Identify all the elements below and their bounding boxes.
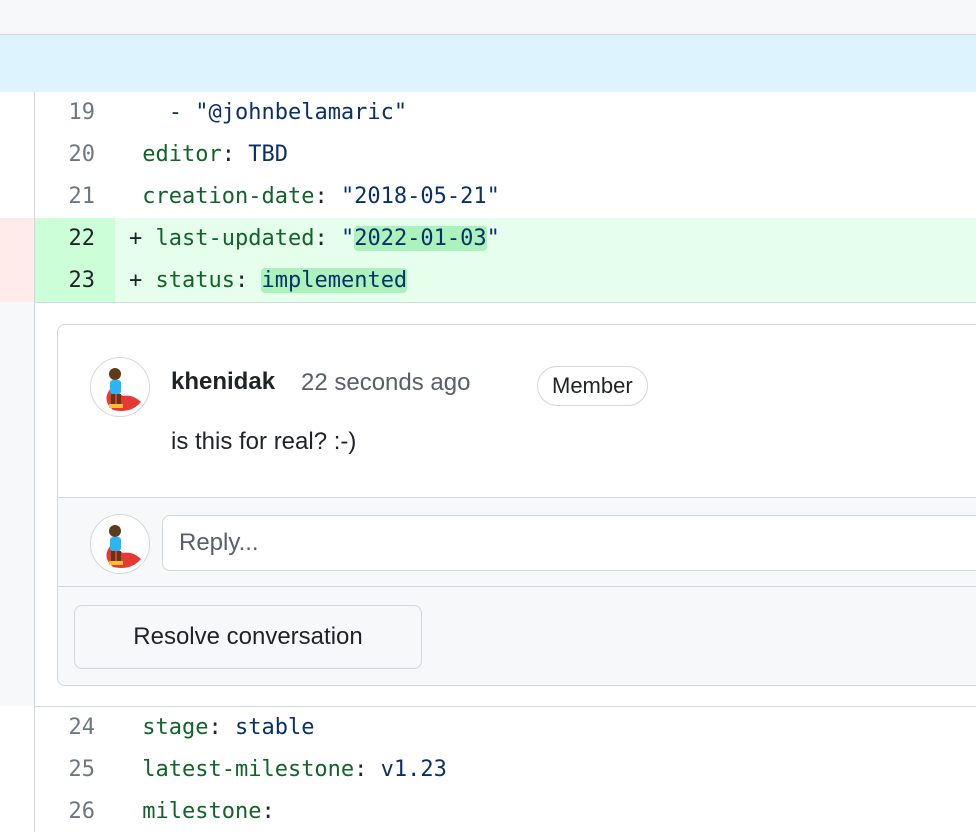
left-gutter: [0, 92, 34, 218]
diff-line: 19 - "@johnbelamaric": [35, 92, 976, 134]
line-number[interactable]: 26: [35, 791, 115, 832]
word-highlight: 2022-01-03: [354, 226, 487, 251]
resolve-conversation-button[interactable]: Resolve conversation: [74, 605, 422, 669]
code-text: + status: implemented: [129, 268, 408, 293]
code-text: - "@johnbelamaric": [168, 100, 408, 125]
line-number[interactable]: 22: [35, 218, 115, 260]
left-gutter: [0, 706, 34, 832]
comment-author[interactable]: khenidak: [171, 368, 275, 396]
review-comment-thread: khenidak 22 seconds ago Member is this f…: [57, 324, 976, 686]
comment-body: is this for real? :-): [171, 428, 357, 455]
line-number[interactable]: 24: [35, 707, 115, 749]
author-avatar[interactable]: [90, 357, 150, 417]
code-text: creation-date: "2018-05-21": [142, 184, 500, 209]
file-header-bar: [0, 0, 976, 35]
code-text: latest-milestone: v1.23: [142, 757, 447, 782]
code-text: stage: stable: [142, 715, 315, 740]
left-gutter-comment: [0, 302, 34, 706]
superhero-avatar-icon: [91, 358, 149, 416]
diff-line: 26 milestone:: [35, 791, 976, 832]
reply-section: Resolve conversation: [58, 497, 976, 685]
hunk-expander-row[interactable]: [0, 35, 976, 92]
line-number[interactable]: 20: [35, 134, 115, 176]
line-number[interactable]: 19: [35, 92, 115, 134]
line-number[interactable]: 23: [35, 260, 115, 302]
word-highlight: implemented: [261, 268, 408, 293]
reply-divider: [58, 586, 976, 587]
row-divider: [35, 302, 976, 303]
diff-line-added: 22 + last-updated: "2022-01-03": [35, 218, 976, 260]
comment-timestamp[interactable]: 22 seconds ago: [301, 369, 470, 397]
superhero-avatar-icon: [91, 515, 149, 573]
reply-input[interactable]: [162, 515, 976, 571]
current-user-avatar: [90, 514, 150, 574]
diff-line: 21 creation-date: "2018-05-21": [35, 176, 976, 218]
diff-line: 25 latest-milestone: v1.23: [35, 749, 976, 791]
left-gutter-deleted: [0, 218, 34, 302]
diff-line: 24 stage: stable: [35, 707, 976, 749]
code-text: + last-updated: "2022-01-03": [129, 226, 500, 251]
code-text: editor: TBD: [142, 142, 288, 167]
diff-line-added: 23 + status: implemented: [35, 260, 976, 302]
member-badge: Member: [537, 366, 648, 406]
line-number[interactable]: 21: [35, 176, 115, 218]
code-text: milestone:: [142, 799, 275, 824]
diff-line: 20 editor: TBD: [35, 134, 976, 176]
line-number[interactable]: 25: [35, 749, 115, 791]
